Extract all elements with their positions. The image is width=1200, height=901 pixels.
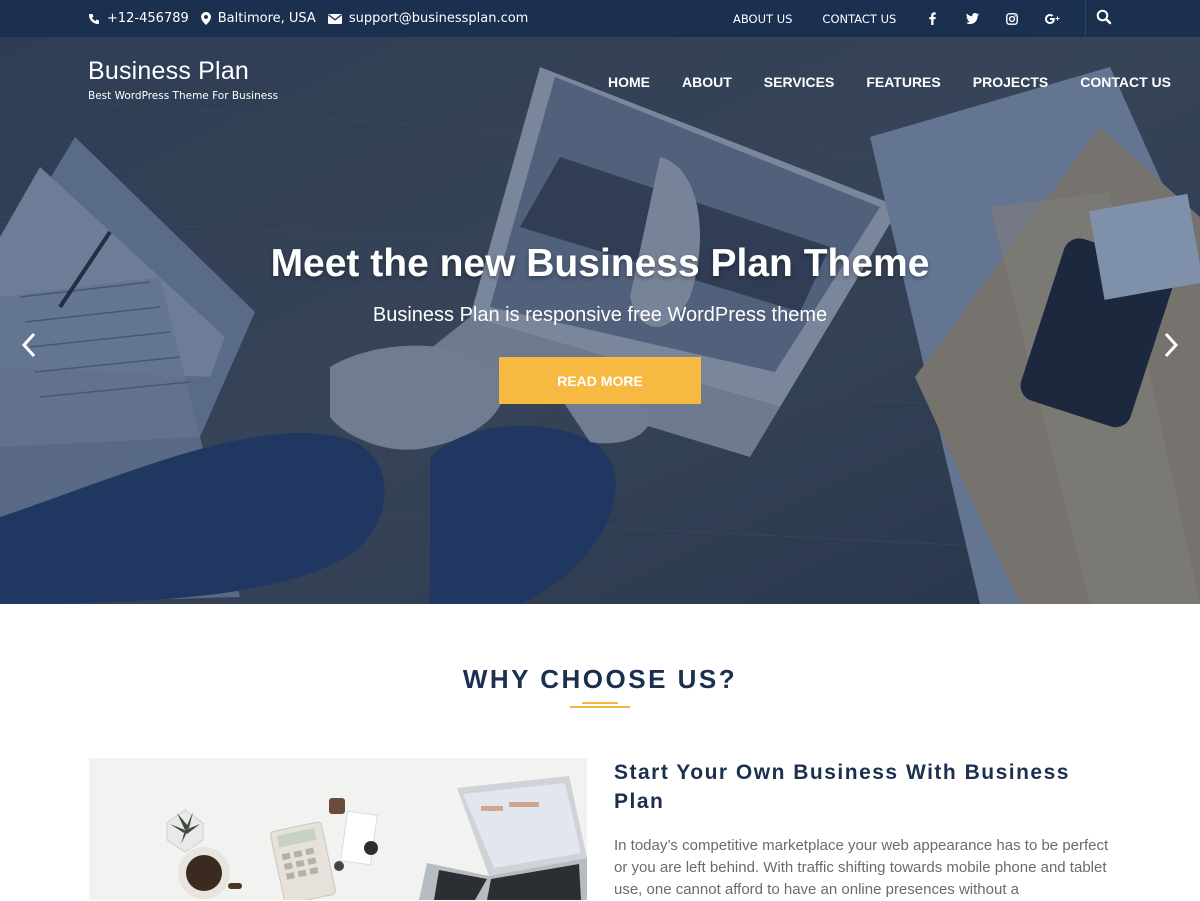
nav-item-projects[interactable]: PROJECTS bbox=[973, 74, 1048, 90]
read-more-button[interactable]: READ MORE bbox=[499, 357, 701, 404]
contact-info: +12-456789 Baltimore, USA support@busine… bbox=[88, 0, 540, 37]
nav-item-home[interactable]: HOME bbox=[608, 74, 650, 90]
site-branding[interactable]: Business Plan Best WordPress Theme For B… bbox=[88, 57, 278, 102]
main-navigation: HOME ABOUT SERVICES FEATURES PROJECTS CO… bbox=[608, 74, 1171, 90]
facebook-icon[interactable] bbox=[912, 12, 952, 25]
location-item: Baltimore, USA bbox=[200, 11, 316, 26]
chevron-left-icon[interactable] bbox=[18, 331, 40, 359]
instagram-icon[interactable] bbox=[992, 12, 1032, 25]
heading-underline bbox=[570, 706, 630, 708]
feature-content: Start Your Own Business With Business Pl… bbox=[614, 758, 1114, 901]
site-title[interactable]: Business Plan bbox=[88, 57, 278, 86]
heading-underline-top bbox=[582, 702, 618, 704]
email-item[interactable]: support@businessplan.com bbox=[327, 11, 529, 26]
envelope-icon bbox=[327, 13, 342, 24]
topbar-divider bbox=[1085, 0, 1086, 37]
chevron-right-icon[interactable] bbox=[1160, 331, 1182, 359]
google-plus-icon[interactable] bbox=[1032, 13, 1072, 25]
top-links: ABOUT US CONTACT US bbox=[733, 0, 926, 37]
phone-icon bbox=[89, 13, 99, 24]
email-link[interactable]: support@businessplan.com bbox=[349, 11, 529, 26]
nav-item-services[interactable]: SERVICES bbox=[764, 74, 835, 90]
top-link-about-us[interactable]: ABOUT US bbox=[733, 12, 792, 26]
hero-caption: Meet the new Business Plan Theme Busines… bbox=[0, 242, 1200, 327]
phone-number: +12-456789 bbox=[107, 11, 189, 26]
hero-slider: Business Plan Best WordPress Theme For B… bbox=[0, 37, 1200, 604]
top-bar: +12-456789 Baltimore, USA support@busine… bbox=[0, 0, 1200, 37]
section-heading: WHY CHOOSE US? bbox=[462, 664, 738, 694]
nav-item-contact-us[interactable]: CONTACT US bbox=[1080, 74, 1171, 90]
site-tagline: Best WordPress Theme For Business bbox=[88, 90, 279, 102]
hero-headline: Meet the new Business Plan Theme bbox=[270, 242, 930, 285]
feature-title: Start Your Own Business With Business Pl… bbox=[614, 761, 1070, 813]
hero-subheadline: Business Plan is responsive free WordPre… bbox=[372, 304, 828, 326]
map-marker-icon bbox=[200, 12, 211, 25]
location-text: Baltimore, USA bbox=[217, 11, 316, 26]
feature-body: In today’s competitive marketplace your … bbox=[614, 837, 1109, 898]
why-choose-us-section: WHY CHOOSE US? bbox=[0, 664, 1200, 708]
social-links bbox=[912, 0, 1072, 37]
top-link-contact-us[interactable]: CONTACT US bbox=[822, 12, 896, 26]
nav-item-features[interactable]: FEATURES bbox=[866, 74, 940, 90]
twitter-icon[interactable] bbox=[952, 13, 992, 24]
phone-item: +12-456789 bbox=[88, 11, 189, 26]
search-icon[interactable] bbox=[1096, 9, 1112, 29]
nav-item-about[interactable]: ABOUT bbox=[682, 74, 732, 90]
feature-image bbox=[89, 758, 587, 900]
